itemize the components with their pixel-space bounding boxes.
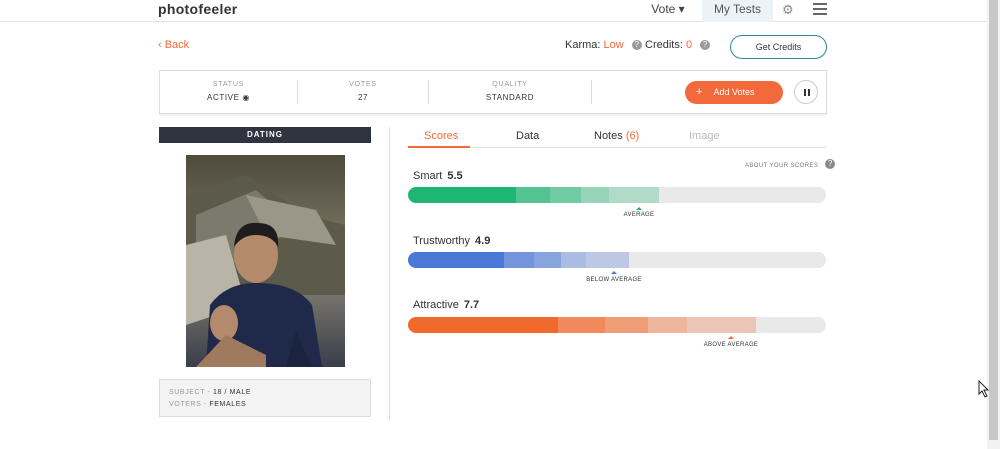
notes-count: (6)	[625, 130, 640, 142]
score-bar-segment	[648, 317, 687, 333]
score-name: Trustworthy	[413, 235, 471, 247]
marker-triangle	[611, 271, 617, 274]
voters-line: VOTERS - FEMALES	[169, 401, 246, 408]
score-bar-attractive	[408, 317, 826, 333]
marker-triangle	[636, 207, 642, 210]
karma-display: Karma: Low ?	[565, 39, 642, 51]
score-marker-attractive: ABOVE AVERAGE	[703, 342, 759, 348]
score-title-trustworthy: Trustworthy 4.9	[413, 235, 490, 247]
votes-label: VOTES	[349, 81, 377, 88]
tab-scores[interactable]: Scores	[424, 130, 458, 142]
column-divider	[389, 127, 390, 420]
results-tabs: Scores Data Notes (6) Image	[408, 127, 826, 148]
score-value: 5.5	[447, 170, 463, 182]
status-stat: STATUS ACTIVE ◉	[160, 71, 297, 113]
score-bar-segment	[558, 317, 606, 333]
logo[interactable]: photofeeler	[158, 1, 238, 17]
scrollbar-thumb[interactable]	[989, 0, 998, 440]
karma-label: Karma:	[565, 39, 601, 51]
subject-value: 18 / MALE	[213, 389, 252, 396]
status-value: ACTIVE	[207, 93, 240, 102]
help-icon: ?	[825, 159, 836, 169]
score-title-attractive: Attractive 7.7	[413, 299, 479, 311]
votes-value: 27	[357, 93, 369, 102]
score-value: 4.9	[475, 235, 491, 247]
gear-icon[interactable]: ⚙	[782, 2, 794, 18]
score-bar-segment	[560, 252, 586, 268]
quality-stat: QUALITY STANDARD	[429, 71, 591, 113]
votes-stat: VOTES 27	[298, 71, 428, 113]
score-bar-segment	[686, 317, 756, 333]
tab-image[interactable]: Image	[689, 130, 720, 142]
status-value-row: ACTIVE ◉	[160, 93, 297, 102]
pause-icon	[804, 89, 806, 96]
about-scores-label: ABOUT YOUR SCORES	[745, 163, 819, 169]
quality-value: STANDARD	[485, 93, 535, 102]
eye-icon: ◉	[242, 93, 250, 102]
score-marker-trustworthy: BELOW AVERAGE	[586, 277, 642, 283]
page: photofeeler Vote ▾ My Tests ⚙ ‹ Back Kar…	[0, 0, 1000, 449]
score-bar-segment	[609, 187, 659, 203]
marker-triangle	[728, 336, 734, 339]
credits-display: Credits: 0 ?	[645, 39, 711, 51]
quality-label: QUALITY	[492, 81, 528, 88]
karma-value: Low	[603, 39, 624, 51]
score-bar-segment	[516, 187, 551, 203]
score-bar-segment	[408, 317, 559, 333]
score-title-smart: Smart 5.5	[413, 170, 463, 182]
test-status-bar: STATUS ACTIVE ◉ VOTES 27 QUALITY STANDAR…	[159, 70, 827, 114]
karma-help-icon[interactable]: ?	[631, 40, 642, 50]
nav-vote-dropdown[interactable]: Vote ▾	[643, 0, 693, 22]
score-bar-segment	[585, 252, 630, 268]
score-bar-smart	[408, 187, 826, 203]
plus-icon: +	[696, 86, 703, 98]
tab-notes[interactable]: Notes (6)	[594, 130, 639, 142]
subject-line: SUBJECT - 18 / MALE	[169, 389, 251, 396]
credits-label: Credits:	[645, 39, 683, 51]
score-bar-segment	[408, 252, 504, 268]
tab-notes-label: Notes	[594, 130, 623, 142]
divider	[591, 80, 592, 104]
score-bar-segment	[581, 187, 610, 203]
credits-value: 0	[685, 39, 693, 51]
back-link[interactable]: ‹ Back	[158, 39, 189, 51]
active-tab-indicator	[408, 146, 470, 148]
top-nav: photofeeler Vote ▾ My Tests ⚙	[0, 0, 987, 22]
nav-my-tests[interactable]: My Tests	[702, 0, 773, 22]
voters-value: FEMALES	[209, 401, 247, 408]
score-name: Smart	[413, 170, 443, 182]
score-bar-segment	[408, 187, 517, 203]
hamburger-menu-icon[interactable]	[813, 3, 827, 15]
score-bar-segment	[605, 317, 649, 333]
score-bar-segment	[503, 252, 534, 268]
category-banner: DATING	[159, 127, 371, 143]
score-bar-segment	[550, 187, 582, 203]
pause-button[interactable]	[794, 80, 818, 104]
voters-label: VOTERS -	[169, 401, 207, 408]
score-value: 7.7	[463, 299, 480, 311]
add-votes-button[interactable]: + Add Votes	[685, 81, 783, 104]
pause-icon	[808, 89, 810, 96]
credits-help-icon[interactable]: ?	[700, 40, 711, 50]
photo-illustration	[186, 175, 345, 367]
subject-info: SUBJECT - 18 / MALE VOTERS - FEMALES	[159, 379, 371, 417]
score-name: Attractive	[413, 299, 459, 311]
about-scores-link[interactable]: ABOUT YOUR SCORES ?	[745, 159, 836, 169]
score-marker-smart: AVERAGE	[623, 212, 655, 218]
add-votes-label: Add Votes	[713, 87, 755, 97]
get-credits-button[interactable]: Get Credits	[730, 35, 827, 59]
tab-data[interactable]: Data	[516, 130, 539, 142]
status-label: STATUS	[212, 81, 245, 88]
subject-label: SUBJECT -	[169, 389, 211, 396]
score-bar-segment	[533, 252, 561, 268]
test-photo	[186, 155, 345, 367]
score-bar-trustworthy	[408, 252, 826, 268]
mouse-cursor-icon	[978, 380, 990, 398]
